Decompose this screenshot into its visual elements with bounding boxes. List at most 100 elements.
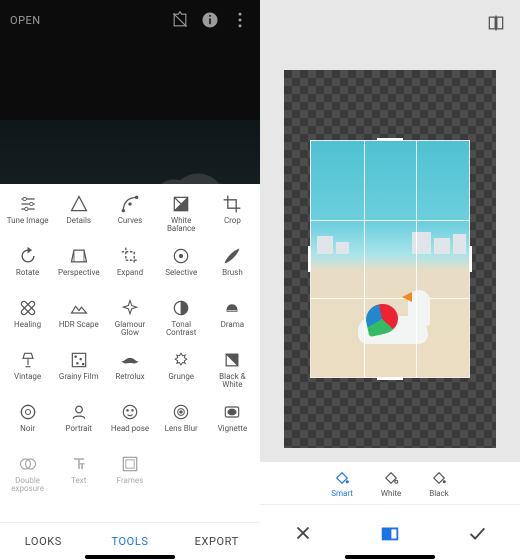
brush-icon [222,246,242,266]
selective-icon [171,246,191,266]
tool-healing[interactable]: Healing [2,296,53,348]
tool-label: Tune Image [7,217,49,225]
fill-label: White [381,489,401,498]
tool-perspective[interactable]: Perspective [53,244,104,296]
tool-label: Rotate [16,269,39,277]
tool-label: Retrolux [115,373,144,381]
tool-label: Perspective [58,269,100,277]
tool-label: Details [67,217,91,225]
fill-option-smart[interactable]: Smart [331,469,353,498]
tool-label: Selective [165,269,197,277]
aspect-icon [379,522,401,544]
expand-icon [120,246,140,266]
crop-handle-bottom[interactable] [377,377,403,380]
tool-noir[interactable]: Noir [2,400,53,452]
tool-portrait[interactable]: Portrait [53,400,104,452]
overflow-menu-icon[interactable] [230,10,250,30]
tool-details[interactable]: Details [53,192,104,244]
tool-drama[interactable]: Drama [207,296,258,348]
tool-text[interactable]: T Text [53,452,104,504]
tool-label: Black & White [208,373,256,389]
sliders-icon [18,194,38,214]
tool-glamour-glow[interactable]: Glamour Glow [104,296,155,348]
mustache-icon [120,350,140,370]
tool-double-exposure[interactable]: Double exposure [2,452,53,504]
tool-label: Frames [117,477,144,485]
tool-label: Vignette [218,425,248,433]
tool-vignette[interactable]: Vignette [207,400,258,452]
curves-icon [120,194,140,214]
tool-label: Brush [222,269,243,277]
film-icon [69,350,89,370]
tool-tonal-contrast[interactable]: Tonal Contrast [156,296,207,348]
tab-looks[interactable]: LOOKS [0,523,87,560]
hdr-icon [69,298,89,318]
gesture-bar [345,555,435,559]
tool-brush[interactable]: Brush [207,244,258,296]
cancel-button[interactable] [260,522,347,544]
crop-icon [222,194,242,214]
bucket-icon [382,469,400,487]
tool-label: Double exposure [4,477,52,493]
tool-grunge[interactable]: Grunge [156,348,207,400]
image-preview[interactable] [311,141,469,377]
tool-head-pose[interactable]: Head pose [104,400,155,452]
text-icon: T [69,454,89,474]
tool-rotate[interactable]: Rotate [2,244,53,296]
info-icon[interactable] [200,10,220,30]
head-pose-icon [120,402,140,422]
healing-icon [18,298,38,318]
tool-vintage[interactable]: Vintage [2,348,53,400]
check-icon [466,522,488,544]
vintage-lamp-icon [18,350,38,370]
tool-label: Text [71,477,86,485]
frames-icon [120,454,140,474]
compare-icon[interactable] [486,13,506,33]
open-button[interactable]: OPEN [10,14,160,27]
bw-icon [222,350,242,370]
svg-text:T: T [80,462,85,471]
crop-handle-top[interactable] [377,138,403,141]
tool-lens-blur[interactable]: Lens Blur [156,400,207,452]
tonal-contrast-icon [171,298,191,318]
gesture-bar [85,555,175,559]
aspect-button[interactable] [347,522,434,544]
fill-option-black[interactable]: Black [429,469,449,498]
vignette-icon [222,402,242,422]
tool-retrolux[interactable]: Retrolux [104,348,155,400]
tool-label: Tonal Contrast [157,321,205,337]
crop-handle-right[interactable] [469,246,472,272]
tool-label: Lens Blur [165,425,198,433]
tool-selective[interactable]: Selective [156,244,207,296]
fill-option-white[interactable]: White [381,469,401,498]
portrait-icon [69,402,89,422]
photo-badge-icon[interactable] [170,10,190,30]
top-app-bar: OPEN [0,0,260,40]
apply-button[interactable] [433,522,520,544]
tool-grid: Tune Image Details Curves White Balance … [0,184,260,522]
noir-icon [18,402,38,422]
tool-white-balance[interactable]: White Balance [156,192,207,244]
fill-label: Black [429,489,449,498]
tool-expand[interactable]: Expand [104,244,155,296]
expand-screen: Smart White Black [260,0,520,560]
tool-hdr-scape[interactable]: HDR Scape [53,296,104,348]
crop-handle-left[interactable] [308,246,311,272]
tool-grainy-film[interactable]: Grainy Film [53,348,104,400]
tool-label: Vintage [14,373,41,381]
tool-frames[interactable]: Frames [104,452,155,504]
tool-black-white[interactable]: Black & White [207,348,258,400]
tool-tune-image[interactable]: Tune Image [2,192,53,244]
tool-crop[interactable]: Crop [207,192,258,244]
tool-label: HDR Scape [59,321,99,329]
tool-label: Grunge [168,373,194,381]
double-exposure-icon [18,454,38,474]
tool-label: Expand [117,269,143,277]
tab-export[interactable]: EXPORT [173,523,260,560]
tool-label: Grainy Film [59,373,99,381]
close-icon [292,522,314,544]
bucket-icon [430,469,448,487]
tool-curves[interactable]: Curves [104,192,155,244]
drama-icon [222,298,242,318]
expand-canvas[interactable] [284,70,496,448]
